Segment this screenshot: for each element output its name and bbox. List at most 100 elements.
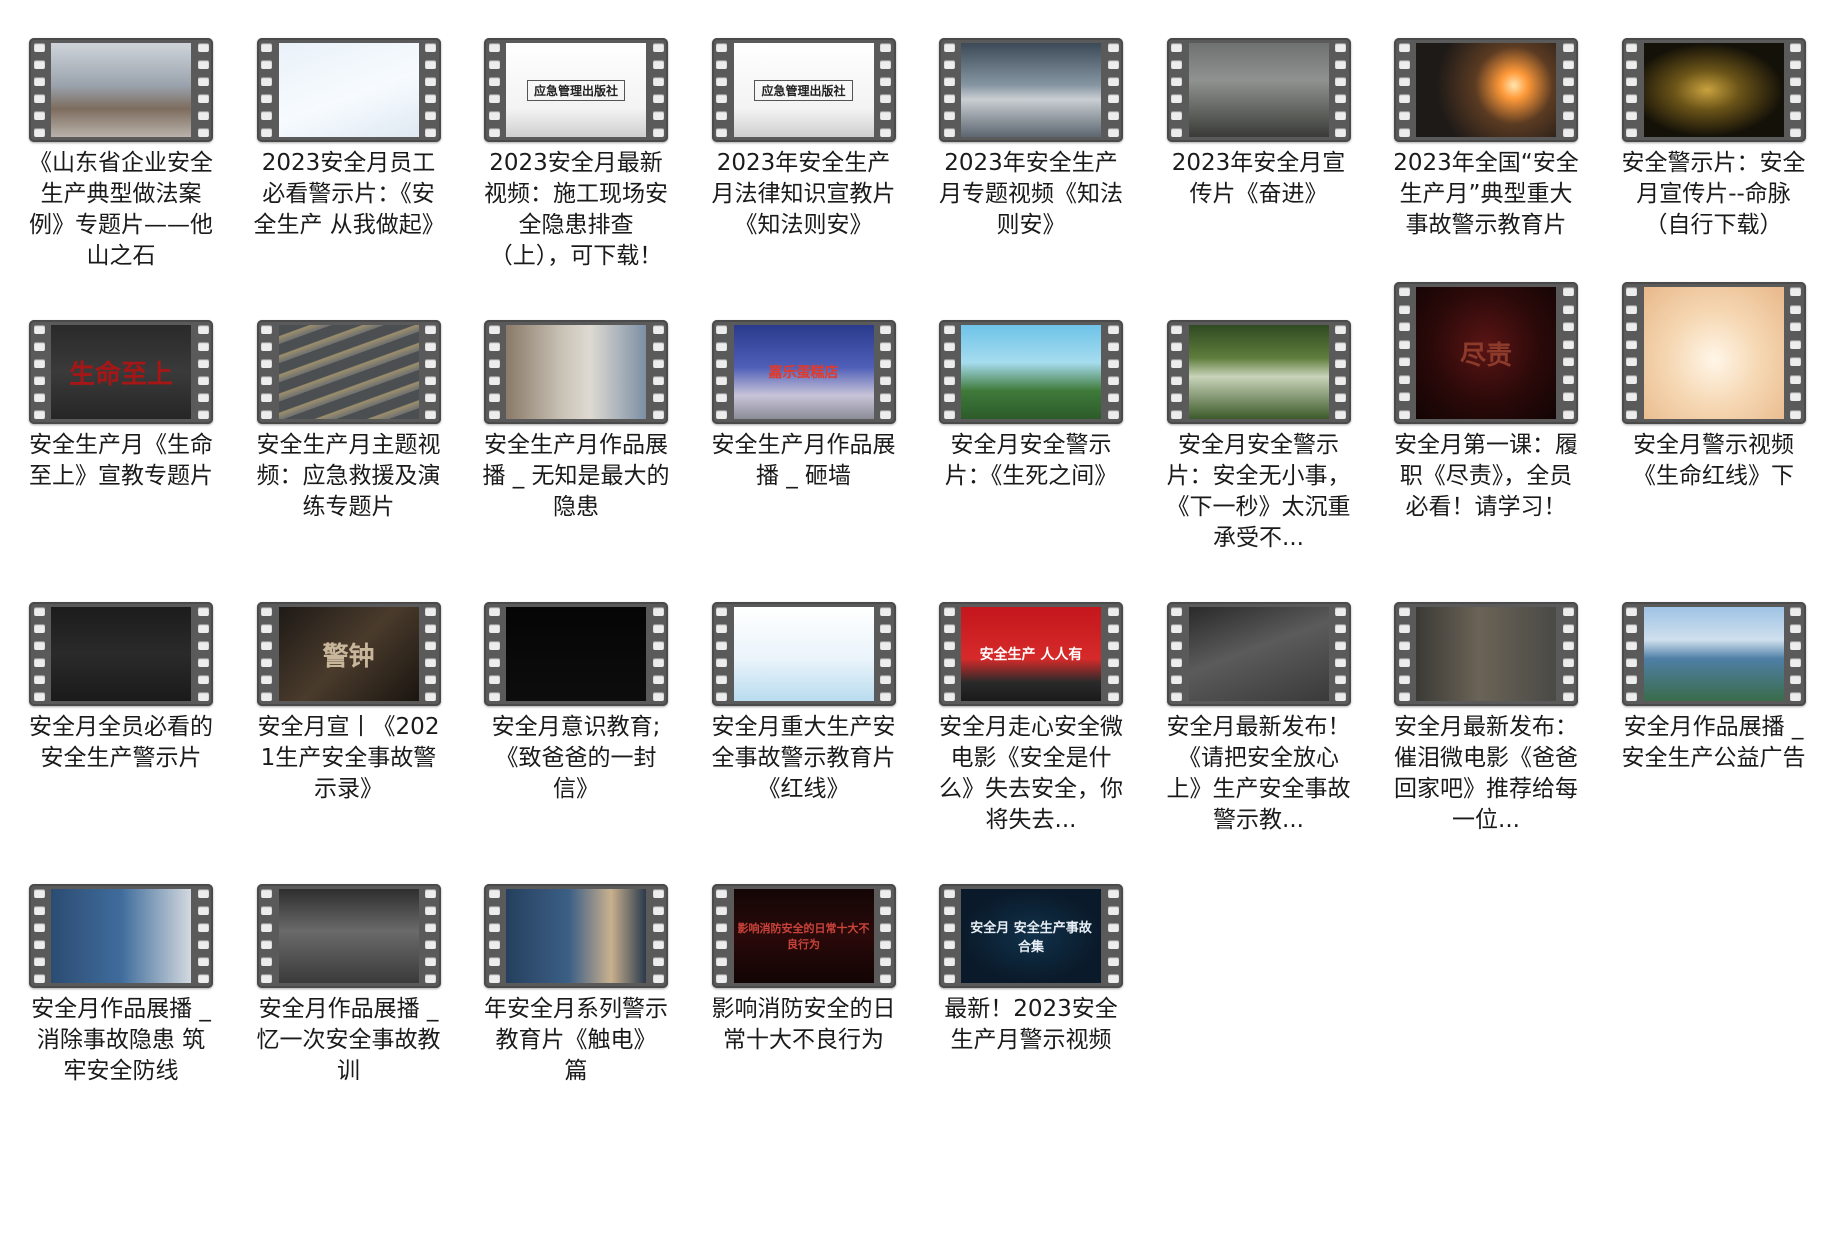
sprocket-hole bbox=[261, 342, 272, 351]
sprocket-hole bbox=[943, 43, 955, 52]
sprocket-hole bbox=[1107, 658, 1119, 667]
sprocket-hole bbox=[652, 607, 664, 616]
sprocket-hole bbox=[197, 376, 209, 385]
sprocket-hole bbox=[488, 607, 500, 616]
video-file-item[interactable]: 安全月安全警示片：《生死之间》 bbox=[936, 282, 1126, 592]
sprocket-hole bbox=[1171, 60, 1182, 69]
video-file-item[interactable]: 安全生产月主题视频：应急救援及演练专题片 bbox=[254, 282, 444, 592]
sprocket-strip-right bbox=[421, 889, 441, 983]
video-file-item[interactable]: 安全月重大生产安全事故警示教育片《红线》 bbox=[709, 564, 899, 874]
video-thumbnail bbox=[1643, 43, 1784, 137]
sprocket-strip-right bbox=[421, 607, 441, 701]
video-thumbnail bbox=[961, 325, 1101, 419]
sprocket-hole bbox=[197, 906, 209, 915]
sprocket-hole bbox=[943, 889, 955, 898]
video-file-name: 安全生产月主题视频：应急救援及演练专题片 bbox=[256, 432, 441, 520]
video-thumbnail bbox=[506, 607, 646, 701]
video-thumbnail: 应急管理出版社 bbox=[733, 43, 874, 137]
sprocket-strip-left bbox=[1394, 607, 1414, 701]
sprocket-hole bbox=[1562, 111, 1574, 120]
thumbnail-area bbox=[1619, 282, 1809, 424]
sprocket-hole bbox=[33, 675, 45, 684]
film-strip-icon bbox=[29, 38, 213, 142]
video-file-item[interactable]: 2023年安全月宣传片《奋进》 bbox=[1164, 0, 1354, 310]
sprocket-hole bbox=[880, 111, 891, 120]
video-file-item[interactable]: 安全月安全警示片：安全无小事，《下一秒》太沉重承受不... bbox=[1164, 282, 1354, 592]
thumbnail-area bbox=[1164, 564, 1354, 706]
video-file-item[interactable]: 应急管理出版社 2023安全月最新视频：施工现场安全隐患排查（上），可下载！ bbox=[481, 0, 671, 310]
sprocket-hole bbox=[261, 940, 272, 949]
sprocket-strip-right bbox=[193, 607, 213, 701]
video-file-item[interactable]: 2023年安全生产月专题视频《知法则安》 bbox=[936, 0, 1126, 310]
sprocket-hole bbox=[1562, 357, 1574, 367]
sprocket-strip-right bbox=[193, 43, 213, 137]
video-file-item[interactable]: 安全月全员必看的安全生产警示片 bbox=[26, 564, 216, 874]
sprocket-strip-left bbox=[1394, 287, 1414, 419]
sprocket-hole bbox=[1790, 392, 1801, 402]
sprocket-hole bbox=[1107, 94, 1119, 103]
sprocket-hole bbox=[1626, 692, 1637, 701]
video-file-item[interactable]: 安全生产月作品展播 _ 无知是最大的隐患 bbox=[481, 282, 671, 592]
sprocket-strip-left bbox=[712, 607, 732, 701]
video-file-item[interactable]: 尽责 安全月第一课：履职《尽责》，全员必看！请学习！ bbox=[1391, 282, 1581, 592]
thumbnail-caption: 尽责 bbox=[1459, 340, 1512, 371]
thumbnail-area: 安全月 安全生产事故合集 bbox=[936, 846, 1126, 988]
sprocket-hole bbox=[1562, 392, 1574, 402]
video-file-item[interactable]: 2023安全月员工必看警示片：《安全生产 从我做起》 bbox=[253, 0, 445, 310]
sprocket-hole bbox=[716, 641, 727, 650]
thumbnail-area bbox=[26, 846, 216, 988]
sprocket-hole bbox=[1626, 287, 1637, 296]
video-file-item[interactable]: 安全警示片：安全月宣传片--命脉（自行下载） bbox=[1619, 0, 1809, 310]
video-thumbnail bbox=[1416, 43, 1556, 137]
sprocket-hole bbox=[261, 43, 272, 52]
sprocket-hole bbox=[716, 607, 727, 616]
video-file-item[interactable]: 安全月 安全生产事故合集 最新！2023安全生产月警示视频 bbox=[936, 846, 1126, 1156]
sprocket-hole bbox=[261, 624, 272, 633]
sprocket-hole bbox=[261, 410, 272, 419]
video-file-item[interactable]: 安全月意识教育;《致爸爸的一封信》 bbox=[481, 564, 671, 874]
sprocket-hole bbox=[716, 94, 727, 103]
video-file-name: 2023安全月员工必看警示片：《安全生产 从我做起》 bbox=[253, 150, 445, 238]
video-thumbnail: 应急管理出版社 bbox=[506, 43, 646, 137]
thumbnail-caption: 嘉乐蛋糕店 bbox=[768, 365, 839, 381]
sprocket-hole bbox=[488, 974, 500, 983]
video-file-item[interactable]: 安全月作品展播 _ 忆一次安全事故教训 bbox=[254, 846, 444, 1156]
sprocket-hole bbox=[652, 641, 664, 650]
sprocket-hole bbox=[880, 393, 891, 402]
sprocket-hole bbox=[1107, 889, 1119, 898]
sprocket-hole bbox=[488, 128, 500, 137]
sprocket-hole bbox=[1626, 658, 1637, 667]
video-file-item[interactable]: 安全月警示视频《生命红线》下 bbox=[1619, 282, 1809, 592]
sprocket-hole bbox=[716, 692, 727, 701]
sprocket-strip-right bbox=[876, 607, 896, 701]
sprocket-hole bbox=[1171, 607, 1182, 616]
sprocket-hole bbox=[197, 43, 209, 52]
sprocket-hole bbox=[1398, 339, 1410, 349]
video-file-item[interactable]: 嘉乐蛋糕店 安全生产月作品展播 _ 砸墙 bbox=[709, 282, 899, 592]
sprocket-hole bbox=[1562, 60, 1574, 69]
thumbnail-caption: 安全月 安全生产事故合集 bbox=[970, 921, 1092, 955]
sprocket-hole bbox=[716, 940, 727, 949]
sprocket-hole bbox=[1398, 60, 1410, 69]
video-file-item[interactable]: 年安全月系列警示教育片《触电》 篇 bbox=[481, 846, 671, 1156]
video-file-item[interactable]: 警钟 安全月宣丨《2021生产安全事故警示录》 bbox=[254, 564, 444, 874]
video-file-item[interactable]: 安全月作品展播 _ 安全生产公益广告 bbox=[1619, 564, 1809, 874]
sprocket-hole bbox=[261, 393, 272, 402]
video-file-item[interactable]: 安全月最新发布！《请把安全放心上》生产安全事故警示教... bbox=[1164, 564, 1354, 874]
sprocket-hole bbox=[1107, 43, 1119, 52]
film-strip-icon bbox=[939, 320, 1123, 424]
video-file-item[interactable]: 影响消防安全的日常十大不良行为 影响消防安全的日常十大不良行为 bbox=[709, 846, 899, 1156]
video-thumbnail bbox=[51, 889, 191, 983]
video-file-item[interactable]: 安全月最新发布：催泪微电影《爸爸回家吧》推荐给每一位... bbox=[1391, 564, 1581, 874]
video-file-item[interactable]: 安全月作品展播 _ 消除事故隐患 筑牢安全防线 bbox=[26, 846, 216, 1156]
video-file-item[interactable]: 2023年全国“安全生产月”典型重大事故警示教育片 bbox=[1391, 0, 1581, 310]
video-file-item[interactable]: 《山东省企业安全生产典型做法案例》专题片——他山之石 bbox=[26, 0, 216, 310]
video-file-item[interactable]: 生命至上 安全生产月《生命至上》宣教专题片 bbox=[26, 282, 216, 592]
sprocket-hole bbox=[943, 325, 955, 334]
video-file-item[interactable]: 应急管理出版社 2023年安全生产月法律知识宣教片《知法则安》 bbox=[709, 0, 899, 310]
sprocket-hole bbox=[197, 607, 209, 616]
video-file-name: 影响消防安全的日常十大不良行为 bbox=[711, 996, 896, 1053]
video-thumbnail bbox=[1416, 607, 1556, 701]
video-file-item[interactable]: 安全生产 人人有 安全月走心安全微电影《安全是什么》失去安全，你将失去... bbox=[936, 564, 1126, 874]
sprocket-hole bbox=[33, 624, 45, 633]
